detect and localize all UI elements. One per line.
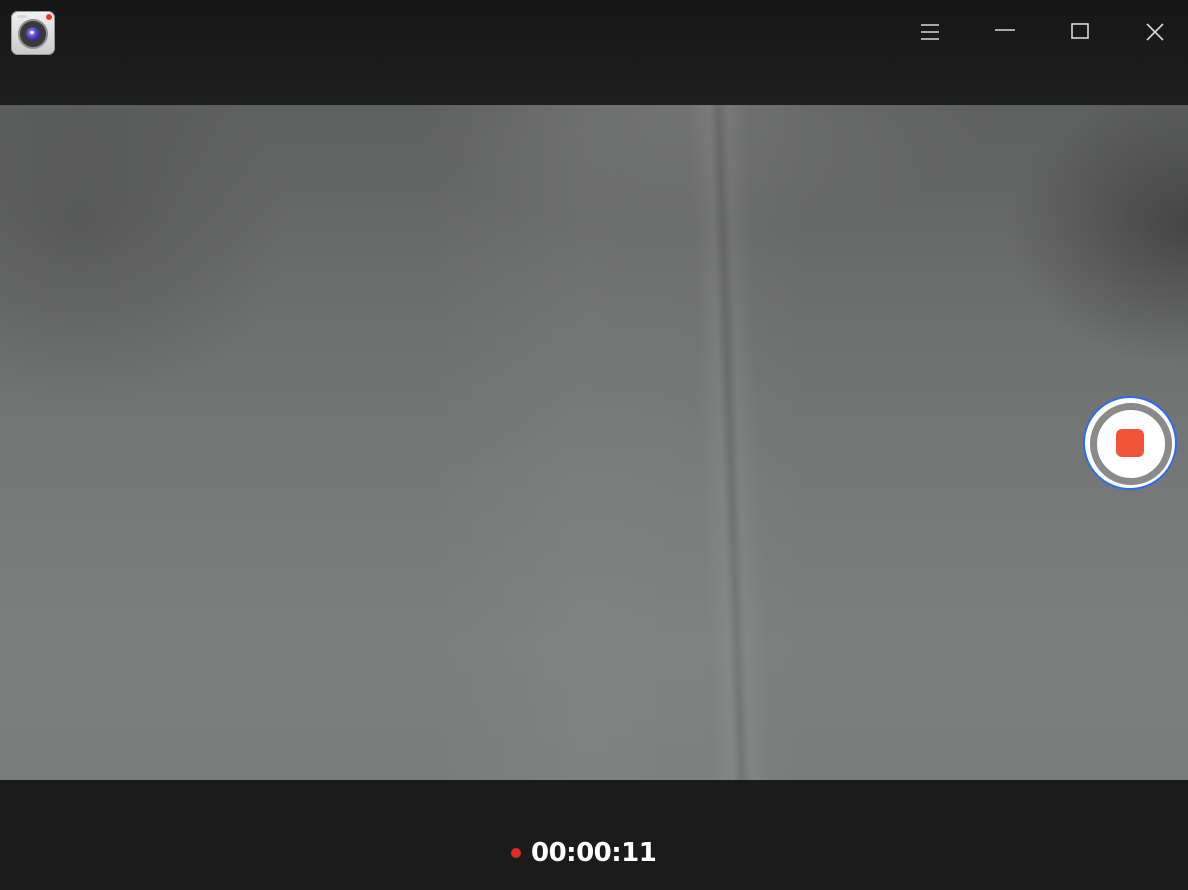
camera-window: 00:00:11 xyxy=(0,0,1188,890)
camera-app-icon xyxy=(11,11,55,55)
camera-lens-glass xyxy=(26,27,40,41)
app-icon-red-dot xyxy=(46,14,52,20)
maximize-button[interactable] xyxy=(1060,12,1100,52)
minimize-button[interactable] xyxy=(985,12,1025,52)
lens-glint xyxy=(30,31,34,34)
camera-flash-bar xyxy=(17,15,27,18)
menu-button[interactable] xyxy=(910,12,950,52)
stop-recording-button[interactable] xyxy=(1083,396,1177,490)
recording-timer: 00:00:11 xyxy=(531,838,657,868)
camera-lens xyxy=(20,21,46,47)
close-button[interactable] xyxy=(1135,12,1175,52)
maximize-icon xyxy=(1071,23,1089,39)
camera-viewfinder xyxy=(0,105,1188,780)
title-bar xyxy=(0,0,1188,105)
recording-dot-icon xyxy=(511,848,521,858)
close-icon xyxy=(1146,23,1164,41)
stop-recording-icon xyxy=(1116,429,1144,457)
hamburger-menu-icon xyxy=(921,24,939,40)
minimize-icon xyxy=(995,29,1015,31)
